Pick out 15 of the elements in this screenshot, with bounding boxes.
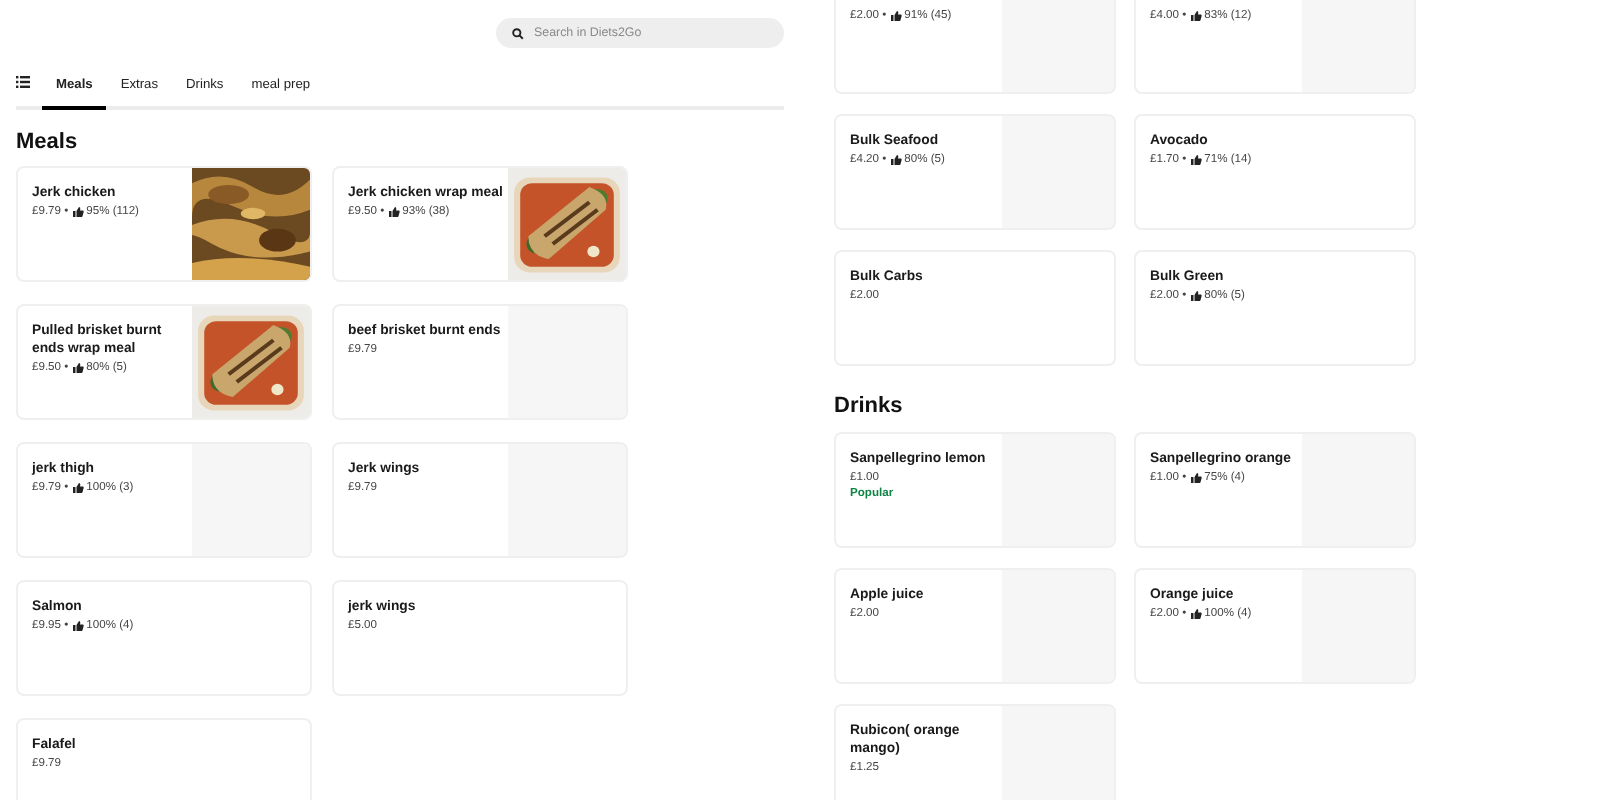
thumbs-up-icon [889, 154, 902, 166]
thumbs-up-icon [1189, 10, 1202, 22]
thumbs-up-icon [889, 10, 902, 22]
thumbs-up-icon [1189, 472, 1202, 484]
thumbs-up-icon [71, 206, 84, 218]
section-heading: Drinks [834, 394, 905, 418]
list-menu-icon[interactable] [16, 76, 30, 88]
thumbs-up-icon [71, 482, 84, 494]
thumbs-up-icon [71, 362, 84, 374]
thumbs-up-icon [1189, 608, 1202, 620]
thumbs-up-icon [1189, 154, 1202, 166]
thumbs-up-icon [71, 620, 84, 632]
thumbs-up-icon [387, 206, 400, 218]
section-heading: Meals [16, 130, 80, 154]
thumbs-up-icon [1189, 290, 1202, 302]
